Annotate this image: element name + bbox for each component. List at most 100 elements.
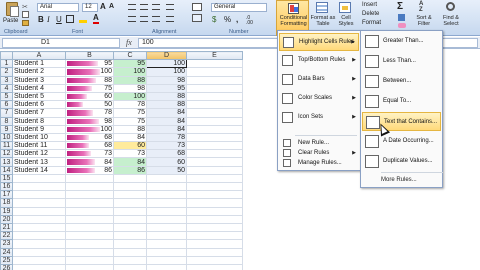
empty-cell[interactable]: [12, 173, 66, 184]
align-left-icon[interactable]: [128, 16, 136, 22]
score-d-cell[interactable]: 84: [146, 116, 187, 126]
score-c-cell[interactable]: 98: [113, 83, 147, 93]
empty-cell[interactable]: [113, 255, 147, 265]
row-header[interactable]: 24: [0, 247, 13, 257]
empty-cell[interactable]: [186, 83, 243, 93]
align-middle-icon[interactable]: [140, 4, 148, 10]
row-header[interactable]: 10: [0, 132, 13, 143]
row-header[interactable]: 7: [0, 108, 13, 118]
italic-button[interactable]: I: [47, 15, 50, 24]
row-header[interactable]: 12: [0, 149, 13, 159]
score-d-cell[interactable]: 88: [146, 100, 187, 110]
score-c-cell[interactable]: 100: [113, 91, 147, 102]
fill-color-icon[interactable]: [79, 15, 87, 23]
empty-cell[interactable]: [12, 231, 66, 241]
score-d-cell[interactable]: 100: [146, 67, 187, 77]
currency-icon[interactable]: $: [212, 15, 216, 24]
autosum-icon[interactable]: Σ: [397, 1, 403, 12]
score-c-cell[interactable]: 78: [113, 100, 147, 110]
row-header[interactable]: 5: [0, 91, 13, 102]
empty-cell[interactable]: [186, 206, 243, 216]
empty-cell[interactable]: [186, 75, 243, 85]
score-c-cell[interactable]: 84: [113, 132, 147, 143]
column-header-a[interactable]: A: [12, 50, 66, 61]
find-select-button[interactable]: Find & Select: [438, 1, 464, 29]
empty-cell[interactable]: [12, 206, 66, 216]
empty-cell[interactable]: [146, 198, 187, 208]
score-c-cell[interactable]: 86: [113, 165, 147, 175]
cf-menu-item[interactable]: Highlight Cells Rules ▶: [279, 33, 359, 51]
score-c-cell[interactable]: 75: [113, 116, 147, 126]
borders-icon[interactable]: [66, 15, 74, 23]
empty-cell[interactable]: [65, 231, 114, 241]
row-header[interactable]: 21: [0, 222, 13, 233]
empty-cell[interactable]: [146, 214, 187, 224]
empty-cell[interactable]: [12, 239, 66, 249]
score-d-cell[interactable]: 88: [146, 91, 187, 102]
empty-cell[interactable]: [65, 255, 114, 265]
row-header[interactable]: 19: [0, 206, 13, 216]
delete-button[interactable]: Delete: [362, 11, 379, 17]
highlight-rule-item[interactable]: Less Than...: [362, 52, 441, 71]
empty-cell[interactable]: [186, 132, 243, 143]
empty-cell[interactable]: [186, 190, 243, 200]
empty-cell[interactable]: [186, 91, 243, 102]
student-name-cell[interactable]: Student 8: [12, 116, 66, 126]
grow-font-icon[interactable]: A: [100, 2, 106, 11]
row-header[interactable]: 9: [0, 124, 13, 134]
bold-button[interactable]: B: [38, 15, 44, 24]
empty-cell[interactable]: [146, 239, 187, 249]
student-name-cell[interactable]: Student 3: [12, 75, 66, 85]
score-d-cell[interactable]: 84: [146, 124, 187, 134]
font-color-icon[interactable]: A: [93, 14, 99, 24]
empty-cell[interactable]: [65, 181, 114, 192]
score-c-cell[interactable]: 60: [113, 141, 147, 151]
cf-menu-item[interactable]: Color Scales ▶: [279, 90, 359, 108]
score-b-cell[interactable]: 98: [65, 116, 114, 126]
empty-cell[interactable]: [113, 206, 147, 216]
cut-icon[interactable]: ✂: [22, 3, 28, 11]
row-header[interactable]: 4: [0, 83, 13, 93]
empty-cell[interactable]: [113, 239, 147, 249]
highlight-rule-item[interactable]: Between...: [362, 72, 441, 91]
empty-cell[interactable]: [65, 173, 114, 184]
highlight-rule-item[interactable]: Text that Contains...: [362, 112, 441, 131]
student-name-cell[interactable]: Student 13: [12, 157, 66, 167]
column-header-b[interactable]: B: [65, 50, 114, 61]
empty-cell[interactable]: [146, 263, 187, 270]
row-header[interactable]: 20: [0, 214, 13, 224]
row-header[interactable]: 14: [0, 165, 13, 175]
empty-cell[interactable]: [146, 190, 187, 200]
empty-cell[interactable]: [113, 198, 147, 208]
score-b-cell[interactable]: 73: [65, 149, 114, 159]
fill-icon[interactable]: [398, 14, 405, 21]
row-header[interactable]: 2: [0, 67, 13, 77]
empty-cell[interactable]: [12, 247, 66, 257]
highlight-rule-item[interactable]: Equal To...: [362, 92, 441, 111]
score-b-cell[interactable]: 68: [65, 141, 114, 151]
paste-button[interactable]: Paste: [3, 2, 21, 28]
align-right-icon[interactable]: [152, 16, 160, 22]
empty-cell[interactable]: [186, 108, 243, 118]
format-button[interactable]: Format: [362, 20, 381, 26]
student-name-cell[interactable]: Student 5: [12, 91, 66, 102]
format-painter-icon[interactable]: [22, 20, 29, 26]
row-header[interactable]: 13: [0, 157, 13, 167]
empty-cell[interactable]: [12, 222, 66, 233]
student-name-cell[interactable]: Student 9: [12, 124, 66, 134]
shrink-font-icon[interactable]: A: [109, 3, 114, 10]
empty-cell[interactable]: [113, 181, 147, 192]
empty-cell[interactable]: [12, 198, 66, 208]
cf-menu-item[interactable]: Data Bars ▶: [279, 71, 359, 89]
empty-cell[interactable]: [65, 247, 114, 257]
score-b-cell[interactable]: 60: [65, 91, 114, 102]
score-c-cell[interactable]: 88: [113, 75, 147, 85]
student-name-cell[interactable]: Student 2: [12, 67, 66, 77]
empty-cell[interactable]: [146, 247, 187, 257]
empty-cell[interactable]: [113, 231, 147, 241]
wrap-text-icon[interactable]: [192, 3, 202, 11]
score-d-cell[interactable]: 95: [146, 83, 187, 93]
student-name-cell[interactable]: Student 4: [12, 83, 66, 93]
empty-cell[interactable]: [113, 247, 147, 257]
student-name-cell[interactable]: Student 6: [12, 100, 66, 110]
